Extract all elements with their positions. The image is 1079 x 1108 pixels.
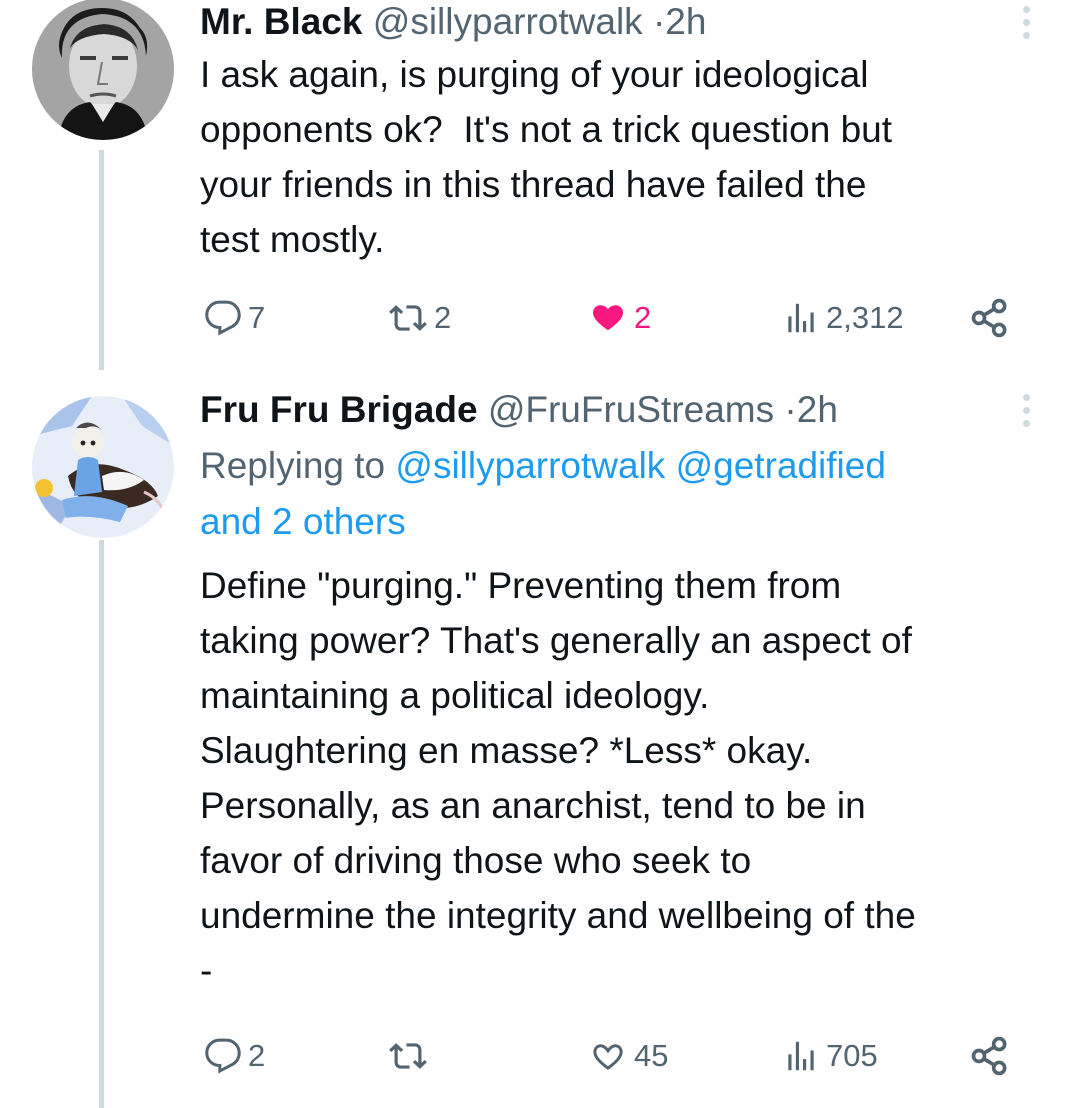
tweet-header: Fru Fru Brigade @FruFruStreams ·2h (200, 388, 1045, 432)
reply-icon (205, 300, 241, 336)
reply-button[interactable]: 7 (204, 296, 265, 340)
like-icon (593, 1044, 623, 1070)
mention-link[interactable]: @getradified (676, 445, 886, 486)
tweet-text: Define "purging." Preventing them from t… (200, 565, 916, 991)
timestamp[interactable]: 2h (797, 389, 838, 430)
separator-dot: · (652, 1, 666, 42)
reply-icon (205, 1038, 241, 1074)
like-count: 2 (634, 300, 652, 335)
share-button[interactable] (968, 296, 1012, 340)
reply-count: 7 (248, 300, 266, 335)
action-bar: 7 2 2 2,312 (200, 296, 1020, 340)
tweet[interactable]: Mr. Black @sillyparrotwalk ·2h I ask aga… (0, 0, 1079, 370)
replying-prefix: Replying to (200, 445, 386, 486)
repost-button[interactable]: 2 (388, 296, 451, 340)
tweet-text: I ask again, is purging of your ideologi… (200, 54, 892, 260)
view-count: 705 (826, 1038, 878, 1073)
avatar[interactable] (32, 0, 174, 140)
views-button[interactable]: 2,312 (782, 296, 904, 340)
views-icon (788, 1041, 814, 1071)
action-bar: 2 45 705 (200, 1034, 1020, 1078)
share-icon (971, 1036, 1007, 1076)
replying-to: Replying to @sillyparrotwalk @getradifie… (200, 438, 1045, 550)
like-button[interactable]: 2 (588, 296, 651, 340)
repost-count: 2 (434, 300, 452, 335)
display-name[interactable]: Fru Fru Brigade (200, 389, 478, 430)
like-button[interactable]: 45 (588, 1034, 668, 1078)
view-count: 2,312 (826, 300, 904, 335)
avatar-illustration-icon (32, 396, 174, 538)
reply-count: 2 (248, 1038, 266, 1073)
more-options-icon[interactable] (1019, 6, 1033, 46)
separator-dot: · (784, 389, 797, 430)
views-icon (788, 303, 814, 333)
tweet-header: Mr. Black @sillyparrotwalk ·2h (200, 0, 1045, 44)
repost-button[interactable] (388, 1034, 434, 1078)
mention-link[interactable]: @sillyparrotwalk (395, 445, 665, 486)
thread-line (99, 540, 104, 1108)
avatar[interactable] (32, 396, 174, 538)
display-name[interactable]: Mr. Black (200, 1, 362, 42)
repost-icon (389, 1043, 427, 1069)
more-options-icon[interactable] (1019, 394, 1033, 434)
others-link[interactable]: and 2 others (200, 501, 406, 542)
tweet[interactable]: Fru Fru Brigade @FruFruStreams ·2h Reply… (0, 388, 1079, 1108)
thread-line (99, 150, 104, 370)
like-count: 45 (634, 1038, 669, 1073)
views-button[interactable]: 705 (782, 1034, 878, 1078)
timestamp[interactable]: 2h (665, 1, 706, 42)
user-handle[interactable]: @sillyparrotwalk (373, 1, 643, 42)
avatar-portrait-icon (32, 0, 174, 140)
share-icon (971, 298, 1007, 338)
reply-button[interactable]: 2 (204, 1034, 265, 1078)
share-button[interactable] (968, 1034, 1012, 1078)
repost-icon (389, 305, 427, 331)
like-icon (592, 305, 624, 331)
user-handle[interactable]: @FruFruStreams (488, 389, 774, 430)
